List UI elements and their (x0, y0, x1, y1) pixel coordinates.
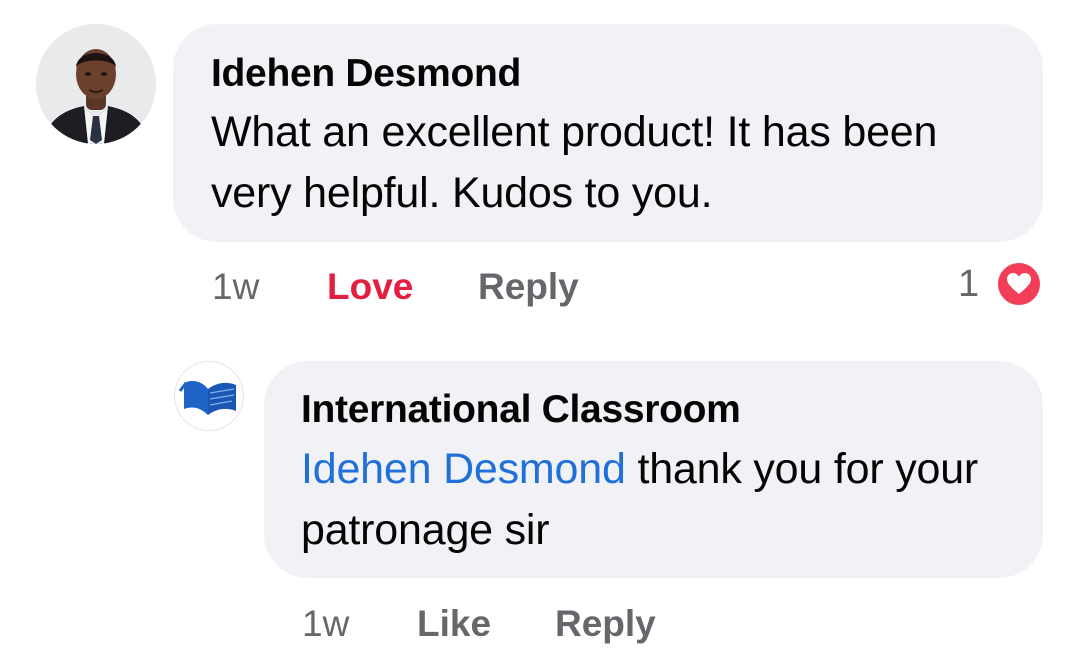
person-avatar-image (36, 24, 156, 144)
comment-text: What an excellent product! It has been v… (211, 108, 938, 217)
comment-thread: Idehen Desmond What an excellent product… (0, 0, 1080, 668)
like-button[interactable]: Like (417, 602, 491, 646)
page-avatar[interactable] (174, 361, 244, 431)
comment-bubble: Idehen Desmond What an excellent product… (173, 24, 1043, 242)
reply-to-reply-button[interactable]: Reply (555, 602, 656, 646)
heart-icon[interactable] (995, 260, 1043, 308)
reply-text: Idehen Desmond thank you for your patron… (301, 439, 1021, 561)
reply-author-name[interactable]: International Classroom (301, 388, 741, 432)
comment-timestamp[interactable]: 1w (212, 265, 259, 309)
open-book-logo-icon (178, 381, 236, 415)
reaction-count[interactable]: 1 (958, 262, 979, 306)
love-reaction-button[interactable]: Love (327, 265, 413, 309)
comment-author-name[interactable]: Idehen Desmond (211, 52, 521, 96)
mention-link[interactable]: Idehen Desmond (301, 445, 626, 493)
reply-timestamp[interactable]: 1w (302, 602, 349, 646)
reply-button[interactable]: Reply (478, 265, 579, 309)
reply-bubble: International Classroom Idehen Desmond t… (264, 361, 1043, 578)
avatar[interactable] (36, 24, 156, 144)
